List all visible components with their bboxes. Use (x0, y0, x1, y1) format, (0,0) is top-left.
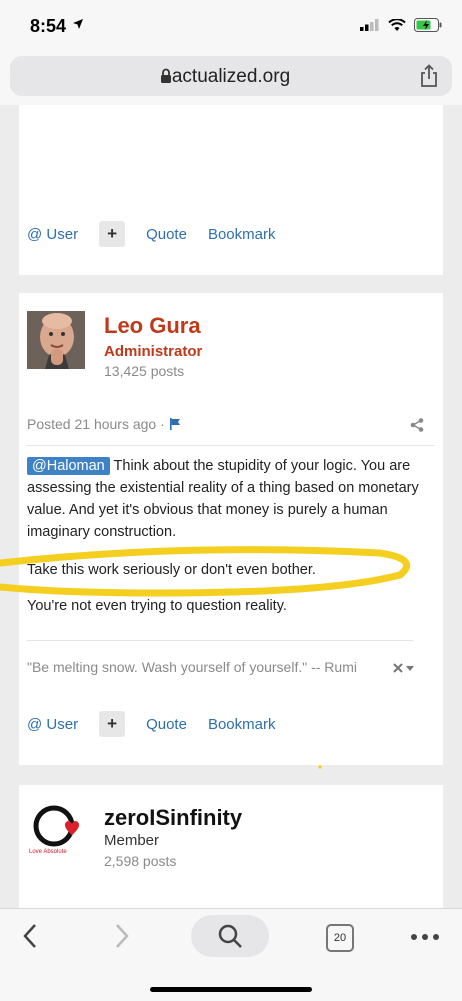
add-plus-button[interactable]: + (99, 221, 126, 247)
signature-divider (27, 640, 413, 641)
forward-icon[interactable] (114, 923, 130, 949)
back-icon[interactable] (22, 923, 38, 949)
quote-button[interactable]: Quote (146, 716, 187, 733)
post-date[interactable]: Posted 21 hours ago (27, 416, 156, 432)
post-actions: @ User + Quote Bookmark (27, 711, 275, 737)
divider (27, 445, 435, 446)
yellow-dot (318, 765, 322, 769)
address-bar[interactable]: actualized.org (10, 56, 452, 96)
flag-icon[interactable] (169, 418, 181, 430)
wifi-icon (388, 18, 406, 31)
url-text: actualized.org (171, 66, 291, 87)
hide-signature-icon[interactable] (393, 663, 415, 675)
signature: "Be melting snow. Wash yourself of yours… (27, 659, 357, 675)
post-card-leo: Leo Gura Administrator 13,425 posts Post… (19, 293, 443, 765)
mention-tag[interactable]: @Haloman (27, 457, 110, 475)
search-icon (218, 924, 242, 948)
mention-user-button[interactable]: @ User (27, 226, 78, 243)
author-name[interactable]: Leo Gura (104, 313, 201, 339)
meta-separator: · (160, 416, 165, 432)
post-card-previous: @ User + Quote Bookmark (19, 105, 443, 275)
bookmark-button[interactable]: Bookmark (208, 716, 276, 733)
post-paragraph-1: @Haloman Think about the stupidity of yo… (27, 455, 425, 543)
share-icon[interactable] (418, 64, 440, 88)
author-role: Member (104, 832, 160, 849)
post-actions: @ User + Quote Bookmark (27, 221, 275, 247)
share-post-icon[interactable] (410, 418, 424, 432)
author-role: Administrator (104, 343, 203, 360)
bookmark-button[interactable]: Bookmark (208, 226, 276, 243)
add-plus-button[interactable]: + (99, 711, 126, 737)
avatar[interactable] (27, 311, 85, 369)
cellular-signal-icon (360, 19, 379, 31)
quote-button[interactable]: Quote (146, 226, 187, 243)
post-meta: Posted 21 hours ago · (27, 416, 181, 432)
mention-user-button[interactable]: @ User (27, 716, 78, 733)
status-bar: 8:54 (0, 0, 462, 50)
author-post-count: 2,598 posts (104, 853, 177, 869)
page-content: @ User + Quote Bookmark Leo Gura Adminis… (0, 105, 462, 908)
logo-text: Love Absolute (29, 849, 67, 855)
yellow-highlight-mark (0, 546, 411, 597)
avatar-image (27, 311, 85, 369)
search-button[interactable] (191, 915, 269, 957)
home-indicator (150, 987, 312, 992)
more-icon[interactable] (410, 933, 440, 941)
post-card-zero: Love Absolute zeroISinfinity Member 2,59… (19, 785, 443, 908)
author-post-count: 13,425 posts (104, 363, 185, 379)
browser-address-area: actualized.org (0, 50, 462, 106)
author-name[interactable]: zeroISinfinity (104, 805, 242, 831)
browser-toolbar: 20 (0, 908, 462, 1001)
status-time: 8:54 (30, 16, 67, 36)
tabs-button[interactable]: 20 (326, 924, 354, 952)
status-icons (360, 18, 442, 32)
avatar[interactable]: Love Absolute (27, 803, 85, 861)
battery-charging-icon (414, 18, 442, 32)
location-arrow-icon (73, 19, 83, 29)
